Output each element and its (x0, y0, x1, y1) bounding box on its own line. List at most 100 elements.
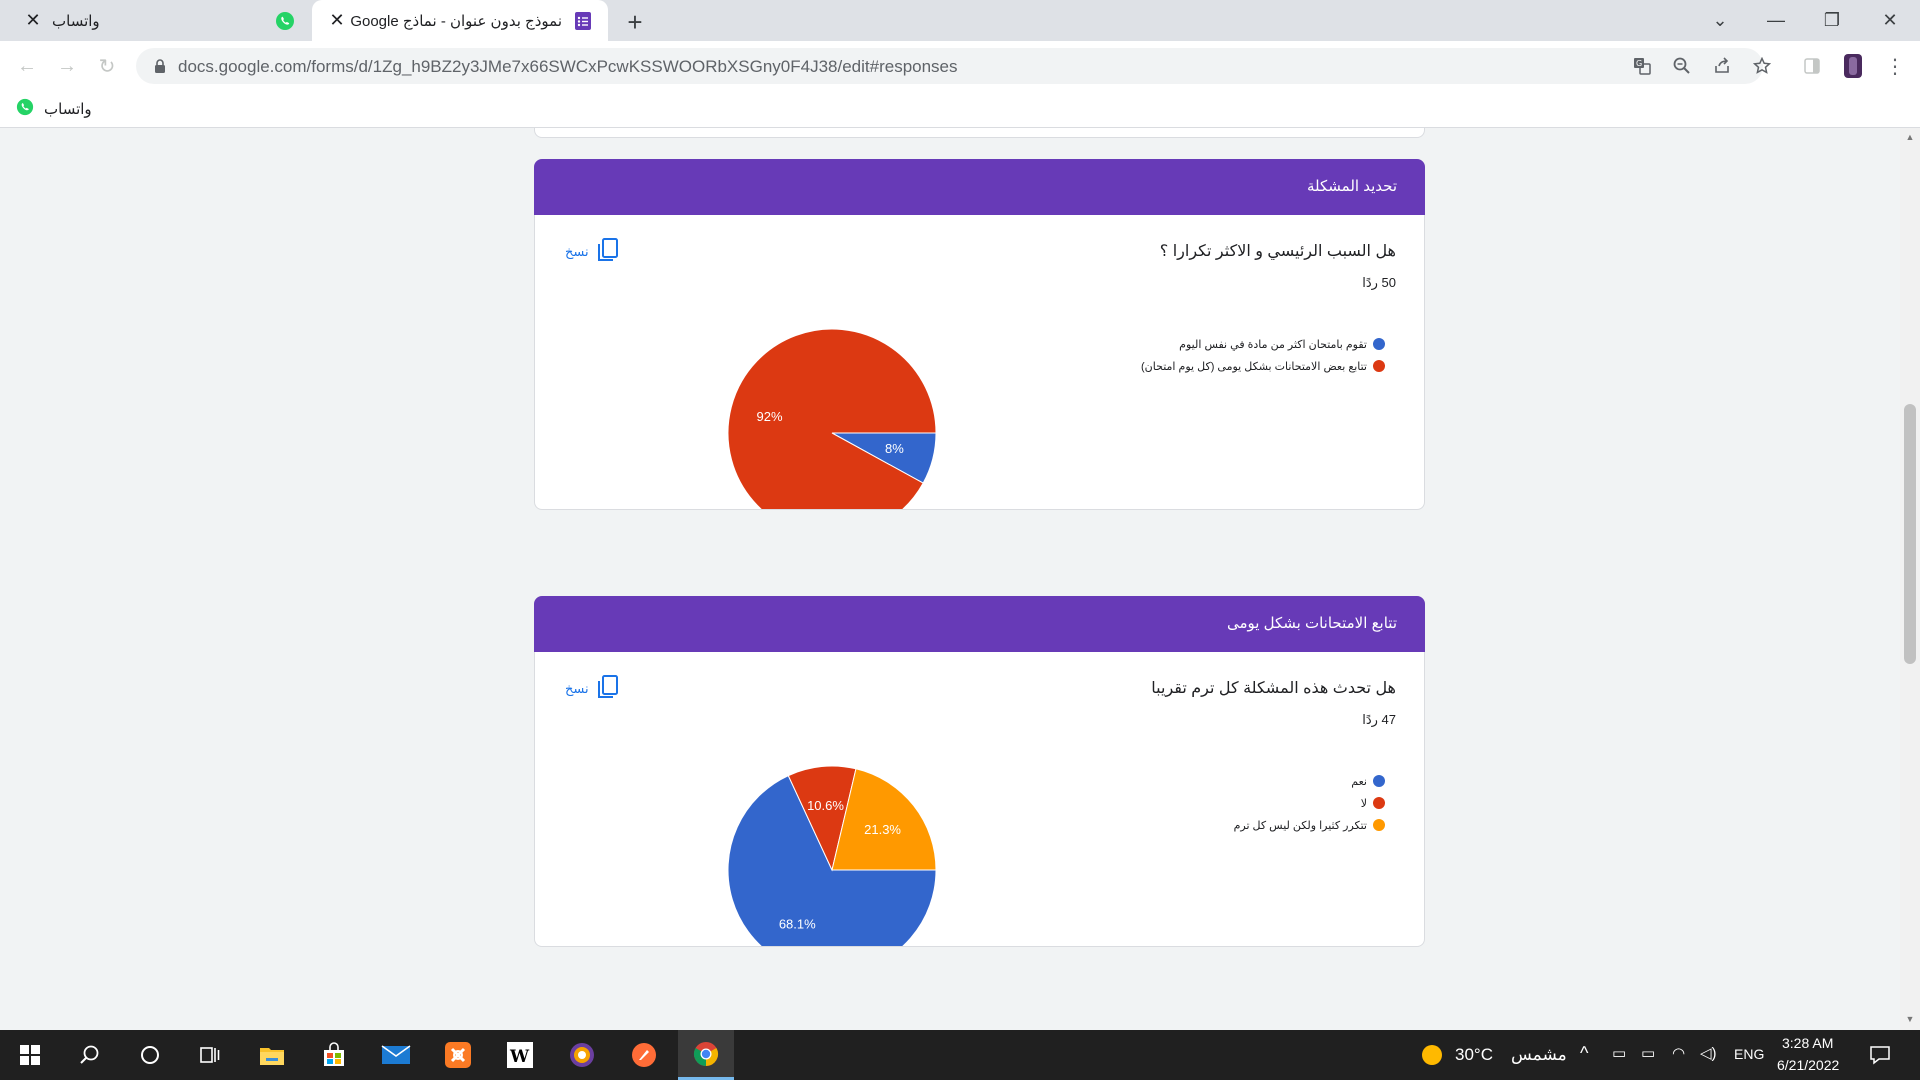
browser-toolbar: ← → ↻ docs.google.com/forms/d/1Zg_h9BZ2y… (0, 41, 1920, 90)
legend-item: لا (1085, 792, 1385, 814)
question-card: هل السبب الرئيسي و الاكثر تكرارا ؟ 50 رد… (534, 215, 1425, 510)
response-count: 50 ردًا (1362, 275, 1396, 290)
profile-avatar[interactable] (1838, 51, 1868, 81)
question-title: هل تحدث هذه المشكلة كل ترم تقريبا (1151, 680, 1396, 697)
microsoft-store-icon[interactable] (306, 1030, 362, 1080)
xampp-icon[interactable] (430, 1030, 486, 1080)
legend-swatch (1373, 360, 1385, 372)
back-icon[interactable]: ← (12, 51, 42, 81)
legend-item: نعم (1085, 770, 1385, 792)
legend-label: لا (1360, 797, 1367, 810)
scroll-thumb[interactable] (1904, 404, 1916, 664)
windows-start-icon[interactable] (2, 1030, 58, 1080)
question-title: هل السبب الرئيسي و الاكثر تكرارا ؟ (1159, 243, 1396, 260)
section-header: تتابع الامتحانات بشكل يومى (534, 596, 1425, 652)
copy-label: نسخ (565, 680, 589, 696)
legend-swatch (1373, 819, 1385, 831)
share-icon[interactable] (1708, 52, 1736, 80)
wifi-icon[interactable]: ◠ (1672, 1044, 1685, 1062)
pie-slice-label: 8% (885, 441, 904, 456)
zoom-icon[interactable] (1668, 52, 1696, 80)
file-explorer-icon[interactable] (244, 1030, 300, 1080)
chart-legend: تقوم بامتحان اكثر من مادة في نفس اليوم تت… (1085, 333, 1385, 377)
legend-item: تقوم بامتحان اكثر من مادة في نفس اليوم (1085, 333, 1385, 355)
chrome-icon[interactable] (678, 1030, 734, 1080)
chart-legend: نعم لا تتكرر كثيرا ولكن ليس كل ترم (1085, 770, 1385, 836)
tray-chevron-icon[interactable]: ^ (1580, 1043, 1588, 1064)
tab-strip: واتساب ✕ نموذج بدون عنوان - نماذج Google… (0, 0, 1920, 41)
cortana-icon[interactable] (122, 1030, 178, 1080)
volume-icon[interactable]: ◁) (1700, 1044, 1717, 1062)
scroll-up-icon[interactable]: ▲ (1904, 132, 1916, 144)
pie-slice-label: 10.6% (807, 798, 844, 813)
tab-title: واتساب (52, 12, 100, 30)
pie-slice-label: 21.3% (864, 822, 901, 837)
tab-whatsapp[interactable]: واتساب ✕ (8, 0, 310, 41)
close-icon[interactable]: ✕ (22, 10, 44, 32)
legend-item: تتكرر كثيرا ولكن ليس كل ترم (1085, 814, 1385, 836)
tab-title: نموذج بدون عنوان - نماذج Google (350, 12, 562, 30)
previous-card (534, 128, 1425, 138)
legend-swatch (1373, 797, 1385, 809)
task-view-icon[interactable] (182, 1030, 238, 1080)
close-icon[interactable]: ✕ (326, 10, 348, 32)
weather-condition: مشمس (1511, 1045, 1567, 1064)
translate-icon[interactable]: G (1628, 52, 1656, 80)
restore-icon[interactable]: ❐ (1802, 0, 1862, 41)
whatsapp-icon (274, 10, 296, 32)
bookmark-whatsapp[interactable]: واتساب (16, 98, 92, 120)
url-text: docs.google.com/forms/d/1Zg_h9BZ2y3JMe7x… (178, 57, 958, 76)
wikipedia-icon[interactable]: W (492, 1030, 548, 1080)
tab-google-forms[interactable]: نموذج بدون عنوان - نماذج Google ✕ (312, 0, 608, 41)
reload-icon[interactable]: ↻ (92, 51, 122, 81)
input-language[interactable]: ENG (1734, 1046, 1764, 1062)
battery-icon[interactable]: ▭ (1641, 1044, 1655, 1062)
svg-text:W: W (509, 1047, 530, 1067)
bookmark-star-icon[interactable] (1748, 52, 1776, 80)
address-bar[interactable]: docs.google.com/forms/d/1Zg_h9BZ2y3JMe7x… (136, 48, 1771, 84)
copy-icon (595, 674, 621, 703)
pie-chart: 8% 92% (727, 328, 937, 509)
question-card: هل تحدث هذه المشكلة كل ترم تقريبا 47 ردً… (534, 652, 1425, 947)
svg-text:G: G (1636, 59, 1642, 68)
clock-time[interactable]: 3:28 AM (1782, 1035, 1833, 1051)
bookmark-label: واتساب (44, 101, 92, 118)
meet-now-icon[interactable]: ▭ (1612, 1044, 1626, 1062)
scroll-down-icon[interactable]: ▼ (1904, 1014, 1916, 1026)
copy-chart-button[interactable]: نسخ (565, 674, 621, 703)
response-count: 47 ردًا (1362, 712, 1396, 727)
copy-chart-button[interactable]: نسخ (565, 237, 621, 266)
notifications-icon[interactable] (1850, 1030, 1910, 1080)
legend-label: تقوم بامتحان اكثر من مادة في نفس اليوم (1179, 338, 1367, 351)
weather-sun-icon[interactable] (1402, 1030, 1462, 1080)
tab-search-icon[interactable]: ⌄ (1690, 0, 1750, 41)
legend-item: تتابع بعض الامتحانات بشكل يومى (كل يوم ا… (1085, 355, 1385, 377)
postman-icon[interactable] (616, 1030, 672, 1080)
section-header: تحديد المشكلة (534, 159, 1425, 215)
legend-swatch (1373, 338, 1385, 350)
legend-label: نعم (1351, 775, 1367, 788)
forward-icon[interactable]: → (52, 51, 82, 81)
bookmarks-bar: واتساب (0, 90, 1920, 128)
pie-slice-label: 92% (757, 409, 783, 424)
search-icon[interactable] (62, 1030, 118, 1080)
copy-label: نسخ (565, 243, 589, 259)
pie-chart: 68.1% 10.6% 21.3% (727, 765, 937, 946)
tor-browser-icon[interactable] (554, 1030, 610, 1080)
windows-taskbar: W 30°C مشمس ^ ▭ ▭ ◠ ◁) ENG 3:28 AM 6/21/… (0, 1030, 1920, 1080)
mail-icon[interactable] (368, 1030, 424, 1080)
copy-icon (595, 237, 621, 266)
page-scrollbar[interactable]: ▲ ▼ (1900, 128, 1920, 1030)
minimize-icon[interactable]: — (1746, 0, 1806, 41)
google-forms-icon (572, 10, 594, 32)
new-tab-button[interactable]: + (620, 7, 650, 37)
browser-menu-icon[interactable]: ⋮ (1880, 51, 1910, 81)
lock-icon[interactable] (146, 52, 174, 80)
pie-slice-label: 68.1% (779, 916, 816, 931)
legend-label: تتابع بعض الامتحانات بشكل يومى (كل يوم ا… (1141, 360, 1367, 373)
window-close-icon[interactable]: ✕ (1860, 0, 1920, 41)
weather-temperature: 30°C (1455, 1045, 1493, 1064)
clock-date[interactable]: 6/21/2022 (1777, 1057, 1839, 1073)
side-panel-icon[interactable] (1797, 51, 1827, 81)
legend-label: تتكرر كثيرا ولكن ليس كل ترم (1233, 819, 1367, 832)
